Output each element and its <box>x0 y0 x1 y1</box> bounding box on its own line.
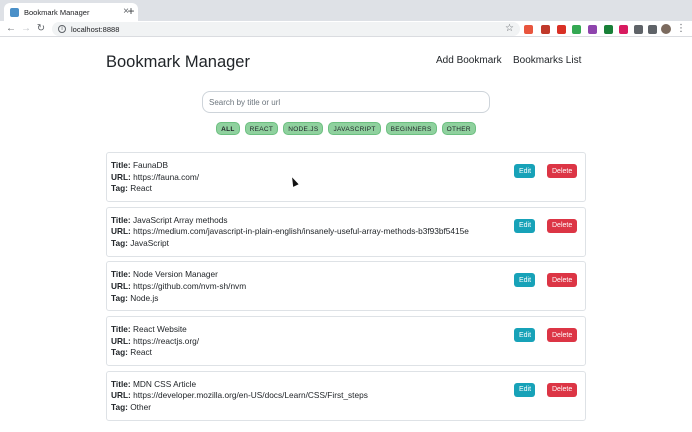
bookmark-url-row: URL: https://medium.com/javascript-in-pl… <box>111 226 581 238</box>
bookmarks-list-link[interactable]: Bookmarks List <box>513 55 581 66</box>
bookmark-tag-label: Tag: <box>111 183 128 194</box>
bookmark-url-row: URL: https://developer.mozilla.org/en-US… <box>111 390 581 402</box>
browser-tab[interactable]: Bookmark Manager × <box>4 3 138 21</box>
extension-icon[interactable] <box>541 25 550 34</box>
browser-toolbar: ← → ↻ i localhost:8888 ☆ ⋮ <box>0 21 692 37</box>
address-bar[interactable]: i localhost:8888 ☆ <box>52 22 520 36</box>
new-tab-icon[interactable]: + <box>124 4 138 18</box>
bookmark-url: https://github.com/nvm-sh/nvm <box>133 280 247 291</box>
bookmark-title-label: Title: <box>111 378 131 389</box>
bookmark-title: FaunaDB <box>132 160 169 170</box>
bookmark-tag-row: Tag: JavaScript <box>111 238 581 250</box>
bookmark-tag-label: Tag: <box>111 292 128 303</box>
favicon-icon <box>10 7 19 17</box>
filter-chip-react[interactable]: REACT <box>244 122 279 135</box>
bookmark-tag-row: Tag: Other <box>111 402 581 414</box>
bookmark-url-label: URL: <box>111 335 131 346</box>
bookmark-tag: React <box>130 183 152 194</box>
bookmark-tag-row: Tag: Node.js <box>111 293 581 305</box>
bookmark-title-label: Title: <box>111 160 131 170</box>
bookmark-tag: JavaScript <box>130 237 169 248</box>
bookmark-card: Title: JavaScript Array methods URL: http… <box>106 206 586 257</box>
bookmark-url-label: URL: <box>111 226 131 237</box>
tab-title: Bookmark Manager <box>24 7 90 17</box>
filter-chip-javascript[interactable]: JAVASCRIPT <box>328 122 381 135</box>
filter-chip-beginners[interactable]: BEGINNERS <box>385 122 437 135</box>
filter-chip-other[interactable]: OTHER <box>441 122 476 135</box>
site-info-icon[interactable]: i <box>58 25 66 33</box>
delete-button[interactable]: Delete <box>547 218 577 233</box>
browser-tab-bar: Bookmark Manager × + <box>0 0 692 21</box>
bookmark-title-label: Title: <box>111 214 131 225</box>
bookmark-title: MDN CSS Article <box>132 378 197 389</box>
address-url[interactable]: localhost:8888 <box>71 25 119 34</box>
extension-icon[interactable] <box>557 25 566 34</box>
bookmark-tag-row: Tag: React <box>111 183 581 195</box>
bookmark-url-row: URL: https://reactjs.org/ <box>111 336 581 348</box>
edit-button[interactable]: Edit <box>514 382 535 397</box>
bookmark-url-row: URL: https://fauna.com/ <box>111 172 581 184</box>
bookmark-title: Node Version Manager <box>132 269 218 280</box>
bookmark-title-label: Title: <box>111 269 131 280</box>
delete-button[interactable]: Delete <box>547 382 577 397</box>
edit-button[interactable]: Edit <box>514 164 535 178</box>
bookmark-card: Title: MDN CSS Article URL: https://devel… <box>106 370 586 421</box>
extension-icon[interactable] <box>648 25 657 34</box>
bookmark-title-label: Title: <box>111 324 131 335</box>
bookmark-card: Title: FaunaDB URL: https://fauna.com/Tag… <box>106 152 586 202</box>
bookmark-title-row: Title: Node Version Manager <box>111 269 581 281</box>
edit-button[interactable]: Edit <box>514 328 535 343</box>
extension-icon[interactable] <box>619 25 628 34</box>
bookmark-title: React Website <box>132 324 187 335</box>
back-icon[interactable]: ← <box>4 22 18 36</box>
tag-filter-bar: ALL REACT NODE.JS JAVASCRIPT BEGINNERS OTHER <box>0 122 692 135</box>
bookmark-card: Title: React Website URL: https://reactjs… <box>106 316 586 367</box>
bookmark-url-label: URL: <box>111 171 131 182</box>
edit-button[interactable]: Edit <box>514 218 535 233</box>
extension-icon[interactable] <box>572 25 581 34</box>
bookmark-url-label: URL: <box>111 390 131 401</box>
bookmark-tag-label: Tag: <box>111 237 128 248</box>
edit-button[interactable]: Edit <box>514 273 535 288</box>
delete-button[interactable]: Delete <box>547 273 577 288</box>
bookmark-title-row: Title: JavaScript Array methods <box>111 215 581 227</box>
bookmark-tag-label: Tag: <box>111 347 128 358</box>
filter-chip-all[interactable]: ALL <box>216 122 240 135</box>
bookmark-url: https://developer.mozilla.org/en-US/docs… <box>133 390 368 401</box>
bookmark-title-row: Title: FaunaDB <box>111 160 581 172</box>
browser-menu-icon[interactable]: ⋮ <box>676 22 686 36</box>
forward-icon[interactable]: → <box>19 22 33 36</box>
bookmark-title-row: Title: React Website <box>111 324 581 336</box>
bookmark-star-icon[interactable]: ☆ <box>505 22 514 36</box>
extension-icon[interactable] <box>588 25 597 34</box>
bookmark-card: Title: Node Version Manager URL: https://… <box>106 261 586 312</box>
bookmark-tag-row: Tag: React <box>111 347 581 359</box>
bookmark-url: https://fauna.com/ <box>133 171 200 182</box>
bookmark-list: Title: FaunaDB URL: https://fauna.com/Tag… <box>106 152 586 425</box>
profile-avatar-icon[interactable] <box>661 24 671 34</box>
bookmark-url: https://medium.com/javascript-in-plain-e… <box>133 226 469 237</box>
bookmark-tag: React <box>130 347 152 358</box>
bookmark-url: https://reactjs.org/ <box>133 335 200 346</box>
filter-chip-node-js[interactable]: NODE.JS <box>283 122 324 135</box>
extension-icon[interactable] <box>524 25 533 34</box>
search-input[interactable] <box>202 91 490 113</box>
bookmark-tag: Node.js <box>130 292 159 303</box>
bookmark-url-label: URL: <box>111 280 131 291</box>
reload-icon[interactable]: ↻ <box>34 22 48 36</box>
extension-icon[interactable] <box>604 25 613 34</box>
bookmark-tag: Other <box>130 401 151 412</box>
bookmark-title-row: Title: MDN CSS Article <box>111 379 581 391</box>
add-bookmark-link[interactable]: Add Bookmark <box>436 55 502 66</box>
delete-button[interactable]: Delete <box>547 328 577 343</box>
delete-button[interactable]: Delete <box>547 164 577 178</box>
extension-icon[interactable] <box>634 25 643 34</box>
bookmark-url-row: URL: https://github.com/nvm-sh/nvm <box>111 281 581 293</box>
bookmark-title: JavaScript Array methods <box>132 214 228 225</box>
bookmark-tag-label: Tag: <box>111 401 128 412</box>
page-title: Bookmark Manager <box>106 53 250 71</box>
